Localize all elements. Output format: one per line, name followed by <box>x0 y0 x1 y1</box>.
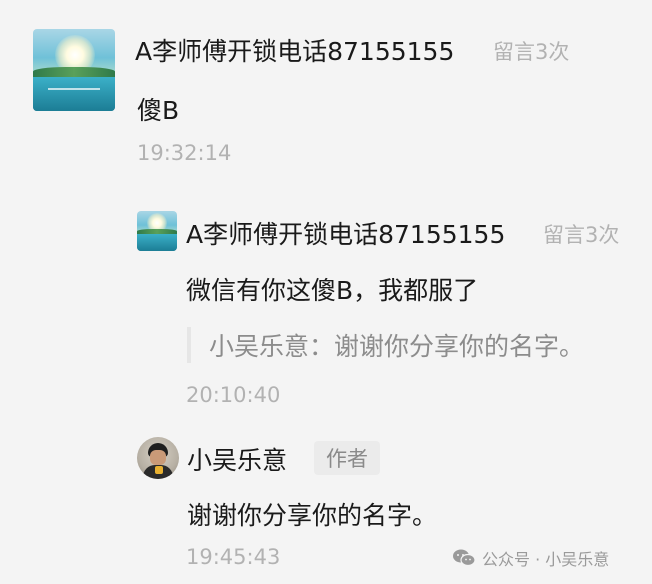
author-reply-text: 谢谢你分享你的名字。 <box>187 501 438 530</box>
wechat-icon <box>453 549 476 567</box>
reply-comment-count: 留言3次 <box>543 223 620 247</box>
commenter-avatar[interactable] <box>33 29 115 111</box>
comment-time: 19:32:14 <box>137 141 232 165</box>
author-badge: 作者 <box>314 441 380 475</box>
reply-avatar[interactable] <box>137 211 177 251</box>
watermark: 公众号 · 小吴乐意 <box>452 546 609 570</box>
commenter-name[interactable]: A李师傅开锁电话87155155 <box>135 32 454 68</box>
comment-count: 留言3次 <box>493 40 570 64</box>
watermark-text: 公众号 · 小吴乐意 <box>482 550 610 569</box>
reply-text: 微信有你这傻B，我都服了 <box>186 276 479 305</box>
reply-author-name[interactable]: A李师傅开锁电话87155155 <box>186 215 505 251</box>
comment-text: 傻B <box>137 96 180 125</box>
author-avatar[interactable] <box>137 437 179 479</box>
reply-time: 20:10:40 <box>186 383 281 407</box>
author-reply-time: 19:45:43 <box>186 545 281 569</box>
reply-quote: 小吴乐意：谢谢你分享你的名字。 <box>187 327 584 363</box>
author-name[interactable]: 小吴乐意 <box>187 441 287 477</box>
